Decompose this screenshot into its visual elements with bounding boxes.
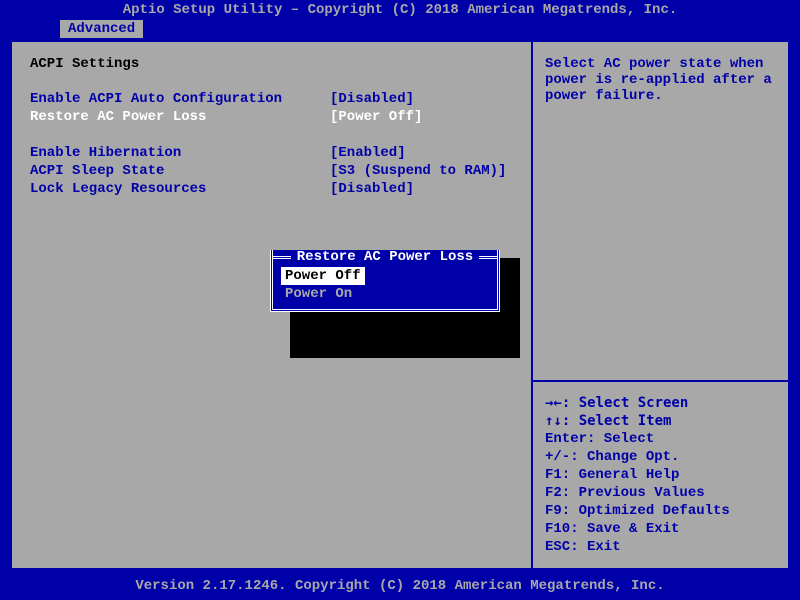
tab-advanced[interactable]: Advanced (60, 20, 143, 38)
popup-restore-ac-power-loss: Restore AC Power Loss Power Off Power On (270, 250, 500, 312)
hint-change-opt: +/-: Change Opt. (545, 448, 776, 466)
setting-restore-ac-power-loss[interactable]: Restore AC Power Loss [Power Off] (30, 108, 513, 126)
setting-enable-hibernation[interactable]: Enable Hibernation [Enabled] (30, 144, 513, 162)
bios-screen: Aptio Setup Utility – Copyright (C) 2018… (0, 0, 800, 600)
footer-version: Version 2.17.1246. Copyright (C) 2018 Am… (0, 578, 800, 594)
setting-label: Lock Legacy Resources (30, 180, 330, 198)
hint-select-screen: →←: Select Screen (545, 394, 776, 412)
setting-value: [Power Off] (330, 108, 422, 126)
popup-option-power-on[interactable]: Power On (281, 285, 489, 303)
popup-title-row: Restore AC Power Loss (273, 249, 497, 265)
setting-label: ACPI Sleep State (30, 162, 330, 180)
hint-f10: F10: Save & Exit (545, 520, 776, 538)
popup-title: Restore AC Power Loss (291, 249, 479, 265)
popup-border-icon (273, 256, 291, 259)
popup-option-label: Power Off (281, 267, 365, 285)
setting-value: [S3 (Suspend to RAM)] (330, 162, 506, 180)
hint-enter: Enter: Select (545, 430, 776, 448)
hint-f1: F1: General Help (545, 466, 776, 484)
help-description: Select AC power state when power is re-a… (533, 42, 788, 382)
setting-value: [Disabled] (330, 180, 414, 198)
setting-acpi-sleep-state[interactable]: ACPI Sleep State [S3 (Suspend to RAM)] (30, 162, 513, 180)
title-bar: Aptio Setup Utility – Copyright (C) 2018… (0, 0, 800, 20)
setting-value: [Disabled] (330, 90, 414, 108)
popup-body: Power Off Power On (273, 265, 497, 309)
hint-select-item: ↑↓: Select Item (545, 412, 776, 430)
setting-lock-legacy-resources[interactable]: Lock Legacy Resources [Disabled] (30, 180, 513, 198)
setting-label: Enable ACPI Auto Configuration (30, 90, 330, 108)
hint-f2: F2: Previous Values (545, 484, 776, 502)
hint-f9: F9: Optimized Defaults (545, 502, 776, 520)
key-hints: →←: Select Screen ↑↓: Select Item Enter:… (533, 382, 788, 568)
hint-esc: ESC: Exit (545, 538, 776, 556)
popup-border-icon (479, 256, 497, 259)
setting-label: Enable Hibernation (30, 144, 330, 162)
spacer (30, 126, 513, 144)
section-title: ACPI Settings (30, 56, 513, 72)
setting-acpi-auto-config[interactable]: Enable ACPI Auto Configuration [Disabled… (30, 90, 513, 108)
setting-value: [Enabled] (330, 144, 406, 162)
popup-option-power-off[interactable]: Power Off (281, 267, 489, 285)
tab-row: Advanced (0, 20, 800, 40)
help-pane: Select AC power state when power is re-a… (533, 42, 788, 568)
setting-label: Restore AC Power Loss (30, 108, 330, 126)
